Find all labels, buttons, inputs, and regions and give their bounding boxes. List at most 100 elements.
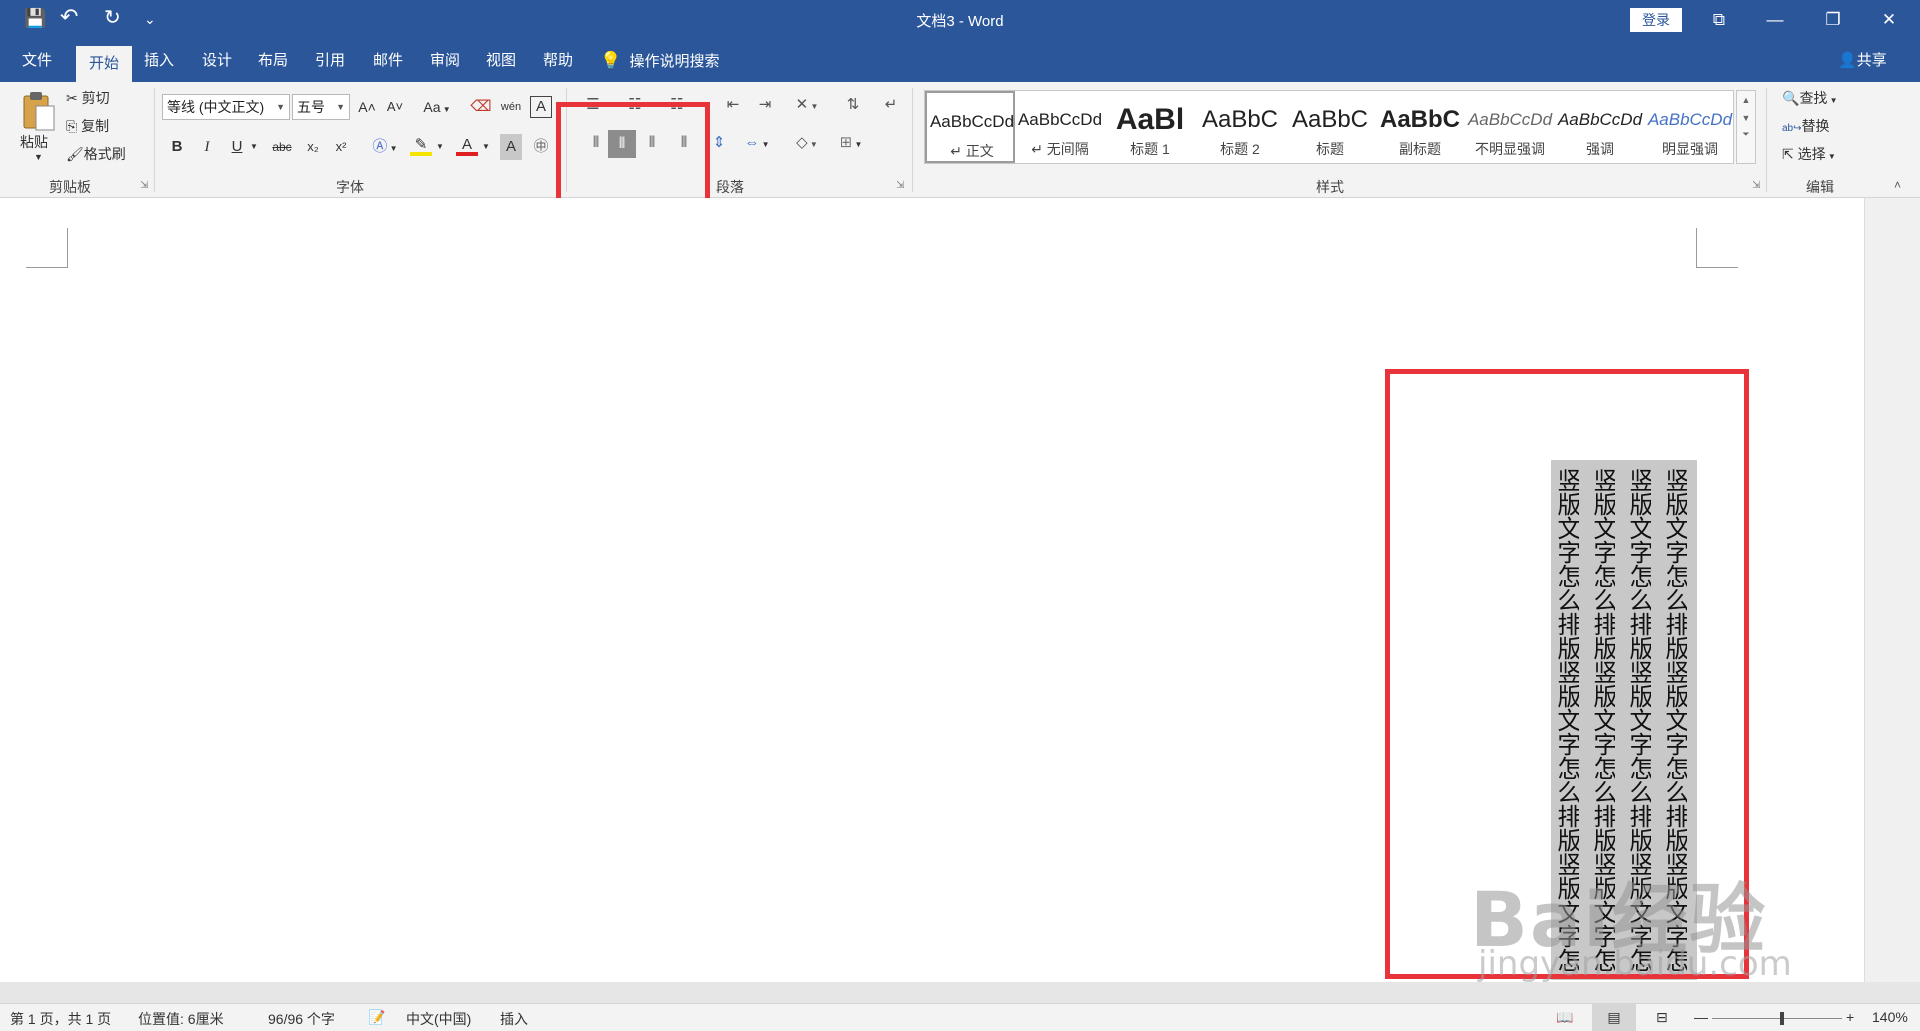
line-spacing-icon[interactable]: ⇕ bbox=[708, 130, 730, 156]
increase-indent-icon[interactable]: ⇥ bbox=[752, 92, 778, 118]
zoom-out-button[interactable]: — bbox=[1694, 1009, 1708, 1025]
page-count[interactable]: 第 1 页，共 1 页 bbox=[10, 1009, 111, 1029]
paste-button[interactable] bbox=[18, 90, 58, 134]
paragraph-launcher-icon[interactable]: ⇲ bbox=[896, 180, 904, 191]
print-layout-icon[interactable]: ▤ bbox=[1592, 1004, 1636, 1031]
collapse-ribbon-icon[interactable]: ˄ bbox=[1894, 178, 1901, 192]
zoom-slider[interactable] bbox=[1712, 1018, 1842, 1019]
web-layout-icon[interactable]: ⊟ bbox=[1656, 1009, 1668, 1026]
watermark-url: jingyan.baidu.com bbox=[1478, 944, 1792, 984]
chinese-layout-icon[interactable]: ✕ ▼ bbox=[790, 92, 824, 118]
highlight-dropdown-icon[interactable]: ▼ bbox=[434, 134, 446, 160]
select-button[interactable]: ⇱ 选择 ▼ bbox=[1782, 144, 1836, 164]
text-effects-button[interactable]: Ⓐ ▼ bbox=[368, 134, 402, 160]
paste-dropdown-icon[interactable]: ▼ bbox=[34, 152, 43, 162]
read-mode-icon[interactable]: 📖 bbox=[1556, 1009, 1573, 1026]
strikethrough-button[interactable]: abc bbox=[268, 134, 296, 160]
clear-format-icon[interactable]: ⌫ bbox=[470, 94, 492, 120]
underline-button[interactable]: U bbox=[226, 134, 248, 160]
font-color-button[interactable]: A bbox=[456, 132, 478, 156]
brush-icon: 🖌 bbox=[66, 146, 84, 162]
ribbon-display-icon[interactable]: ⧉ bbox=[1696, 6, 1742, 34]
tab-references[interactable]: 引用 bbox=[307, 40, 353, 82]
vertical-scrollbar[interactable] bbox=[1864, 198, 1920, 982]
language-indicator[interactable]: 中文(中国) bbox=[406, 1009, 471, 1029]
styles-gallery-scroll[interactable]: ▲ ▼ ⏷ bbox=[1736, 90, 1756, 164]
insert-mode[interactable]: 插入 bbox=[500, 1009, 528, 1029]
clipboard-paste-icon bbox=[23, 92, 55, 131]
font-color-dropdown-icon[interactable]: ▼ bbox=[480, 134, 492, 160]
chevron-down-icon[interactable]: ▼ bbox=[1737, 113, 1755, 123]
tab-help[interactable]: 帮助 bbox=[535, 40, 581, 82]
tab-mailings[interactable]: 邮件 bbox=[365, 40, 411, 82]
style-emphasis[interactable]: AaBbCcDd 强调 bbox=[1555, 91, 1645, 163]
tab-view[interactable]: 视图 bbox=[478, 40, 524, 82]
zoom-slider-thumb[interactable] bbox=[1780, 1012, 1784, 1025]
share-button[interactable]: 👤共享 bbox=[1838, 40, 1887, 82]
paste-label[interactable]: 粘贴 bbox=[20, 132, 48, 152]
sort-icon[interactable]: ⇅ bbox=[840, 92, 866, 118]
proofing-icon[interactable]: 📝 bbox=[368, 1009, 385, 1026]
grow-font-button[interactable]: A˄ bbox=[356, 94, 378, 120]
cut-button[interactable]: ✂ 剪切 bbox=[66, 88, 110, 108]
style-name: 标题 1 bbox=[1130, 141, 1170, 157]
zoom-level[interactable]: 140% bbox=[1872, 1009, 1908, 1025]
underline-dropdown-icon[interactable]: ▼ bbox=[248, 134, 260, 160]
word-count[interactable]: 96/96 个字 bbox=[268, 1009, 335, 1029]
style-subtle-emphasis[interactable]: AaBbCcDd 不明显强调 bbox=[1465, 91, 1555, 163]
char-shading-button[interactable]: A bbox=[500, 134, 522, 160]
style-subtitle[interactable]: AaBbC 副标题 bbox=[1375, 91, 1465, 163]
format-painter-label: 格式刷 bbox=[83, 146, 126, 162]
style-title[interactable]: AaBbC 标题 bbox=[1285, 91, 1375, 163]
minimize-button[interactable]: — bbox=[1752, 6, 1798, 34]
title-bar: 💾 ↶ ↻ ⌄ 文档3 - Word 登录 ⧉ — ❐ ✕ bbox=[0, 0, 1920, 40]
style-no-spacing[interactable]: AaBbCcDd ↵ 无间隔 bbox=[1015, 91, 1105, 163]
chevron-up-icon[interactable]: ▲ bbox=[1737, 95, 1755, 105]
position-value: 位置值: 6厘米 bbox=[138, 1011, 224, 1027]
shrink-font-button[interactable]: A˅ bbox=[384, 94, 406, 120]
tab-layout[interactable]: 布局 bbox=[250, 40, 296, 82]
subscript-button[interactable]: x₂ bbox=[302, 134, 324, 160]
tell-me-search[interactable]: 💡 操作说明搜索 bbox=[600, 40, 720, 82]
paragraph-spacing-icon[interactable]: ⇔ ▼ bbox=[740, 130, 774, 156]
style-normal[interactable]: AaBbCcDd ↵ 正文 bbox=[925, 91, 1015, 163]
tab-home[interactable]: 开始 bbox=[76, 46, 132, 82]
login-button[interactable]: 登录 bbox=[1630, 8, 1682, 32]
highlight-icon[interactable]: ✎ bbox=[410, 132, 432, 156]
copy-button[interactable]: ⎘ 复制 bbox=[66, 116, 109, 136]
close-button[interactable]: ✕ bbox=[1866, 6, 1912, 34]
style-sample: AaBbCcDd bbox=[1647, 110, 1733, 129]
tab-design[interactable]: 设计 bbox=[194, 40, 240, 82]
bold-button[interactable]: B bbox=[166, 134, 188, 160]
clipboard-group-label: 剪贴板 bbox=[49, 179, 91, 195]
char-border-button[interactable]: A bbox=[530, 96, 552, 118]
replace-button[interactable]: ab↪替换 bbox=[1782, 116, 1830, 136]
styles-gallery: AaBbCcDd ↵ 正文 AaBbCcDd ↵ 无间隔 AaBl 标题 1 A… bbox=[924, 90, 1734, 164]
decrease-indent-icon[interactable]: ⇤ bbox=[720, 92, 746, 118]
style-heading-1[interactable]: AaBl 标题 1 bbox=[1105, 91, 1195, 163]
restore-button[interactable]: ❐ bbox=[1810, 6, 1856, 34]
style-heading-2[interactable]: AaBbC 标题 2 bbox=[1195, 91, 1285, 163]
shading-icon[interactable]: ◇ ▼ bbox=[790, 130, 824, 156]
find-button[interactable]: 🔍查找 ▼ bbox=[1782, 88, 1838, 108]
font-name-combo[interactable]: 等线 (中文正文) ▼ bbox=[162, 94, 290, 120]
italic-button[interactable]: I bbox=[196, 134, 218, 160]
phonetic-guide-button[interactable]: wén bbox=[498, 94, 524, 120]
styles-launcher-icon[interactable]: ⇲ bbox=[1752, 180, 1760, 191]
borders-icon[interactable]: ⊞ ▼ bbox=[834, 130, 868, 156]
format-painter-button[interactable]: 🖌格式刷 bbox=[66, 144, 126, 164]
superscript-button[interactable]: x² bbox=[330, 134, 352, 160]
margin-corner-mark bbox=[1696, 228, 1738, 268]
font-size-combo[interactable]: 五号 ▼ bbox=[292, 94, 350, 120]
show-marks-icon[interactable]: ↵ bbox=[878, 92, 904, 118]
tab-review[interactable]: 审阅 bbox=[422, 40, 468, 82]
margin-corner-mark bbox=[26, 228, 68, 268]
enclose-char-icon[interactable]: ㊥ bbox=[530, 134, 552, 160]
tab-insert[interactable]: 插入 bbox=[136, 40, 182, 82]
tab-file[interactable]: 文件 bbox=[12, 40, 62, 82]
style-intense-emphasis[interactable]: AaBbCcDd 明显强调 bbox=[1645, 91, 1735, 163]
change-case-button[interactable]: Aa ▼ bbox=[420, 94, 454, 120]
gallery-expand-icon[interactable]: ⏷ bbox=[1737, 129, 1755, 140]
clipboard-launcher-icon[interactable]: ⇲ bbox=[140, 180, 148, 191]
zoom-in-button[interactable]: + bbox=[1846, 1009, 1854, 1025]
